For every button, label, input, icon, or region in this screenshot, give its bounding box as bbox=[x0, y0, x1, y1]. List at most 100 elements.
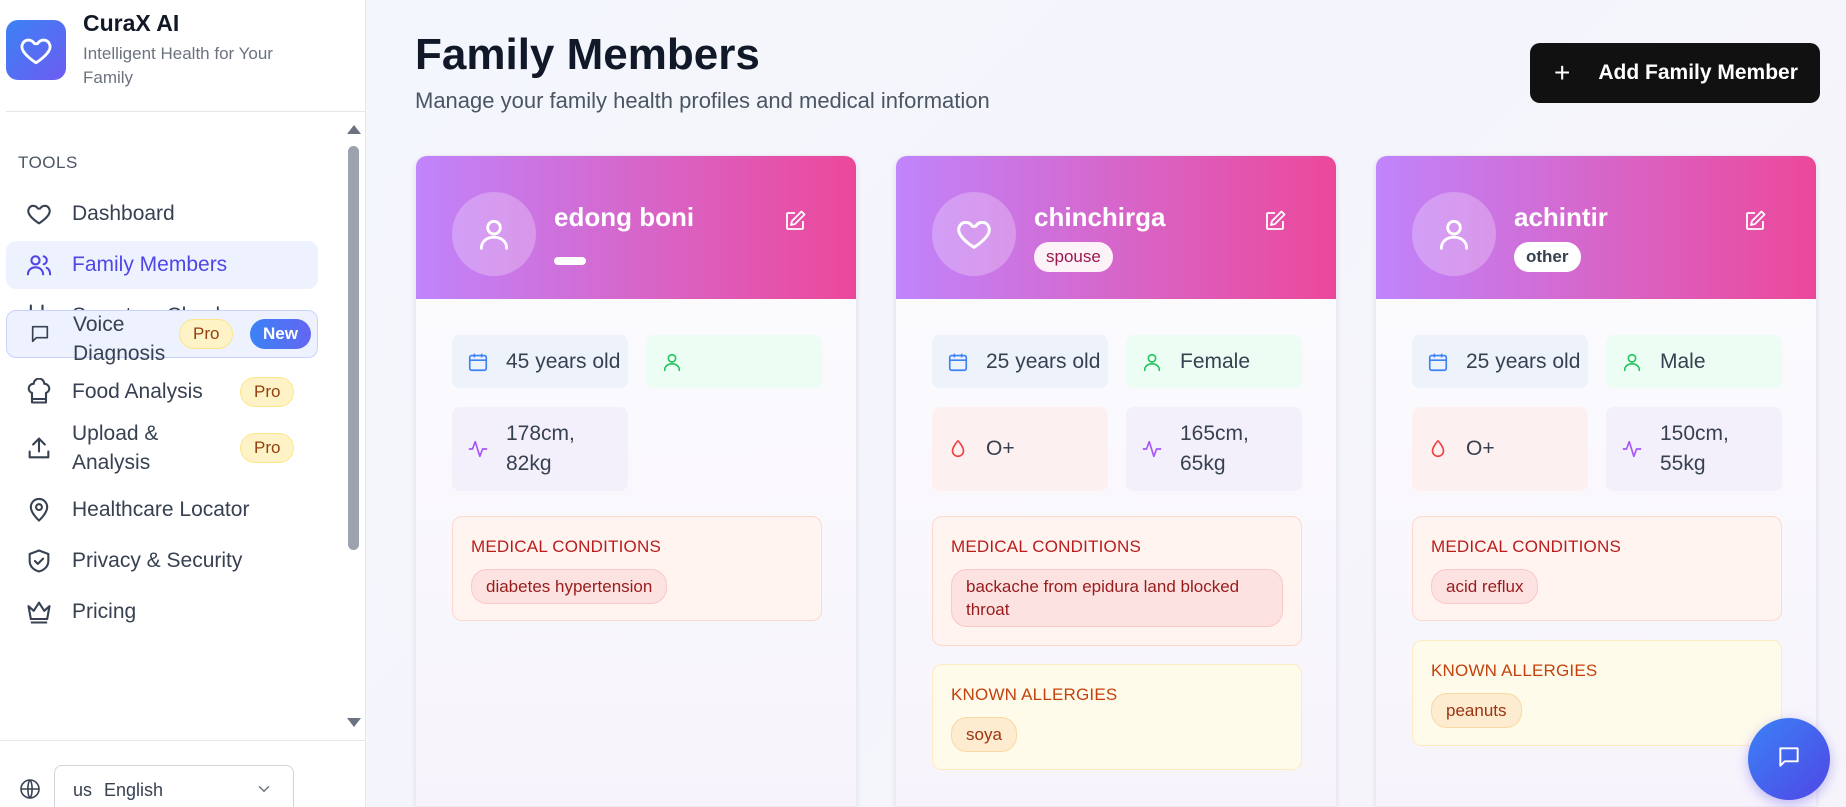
member-card-header: achintir other bbox=[1376, 156, 1816, 299]
known-allergies-title: KNOWN ALLERGIES bbox=[951, 685, 1118, 704]
medical-conditions-title: MEDICAL CONDITIONS bbox=[951, 537, 1141, 556]
allergy-chip: soya bbox=[951, 717, 1017, 752]
allergy-chip: peanuts bbox=[1431, 693, 1522, 728]
sidebar-item-pricing[interactable]: Pricing bbox=[6, 588, 318, 636]
chat-button[interactable] bbox=[1748, 718, 1830, 800]
sidebar-item-label: Family Members bbox=[72, 253, 228, 276]
known-allergies-title: KNOWN ALLERGIES bbox=[1431, 661, 1598, 680]
member-card-body: 25 years old Male O+ 150cm, 55kg MEDICAL… bbox=[1376, 299, 1816, 806]
gender-info bbox=[646, 335, 822, 388]
scroll-down-arrow-icon[interactable] bbox=[347, 718, 361, 727]
condition-chip: diabetes hypertension bbox=[471, 569, 668, 604]
age-info: 25 years old bbox=[932, 335, 1108, 388]
person-icon bbox=[1140, 350, 1164, 374]
edit-member-button[interactable] bbox=[1739, 207, 1771, 239]
sidebar-item-food-analysis[interactable]: Food Analysis Pro bbox=[6, 368, 318, 416]
blood-type-value: O+ bbox=[986, 437, 1015, 460]
member-card-header: chinchirga spouse bbox=[896, 156, 1336, 299]
member-card: achintir other 25 years old Male O+ 150c… bbox=[1375, 155, 1817, 807]
sidebar-item-label: Privacy & Security bbox=[72, 549, 243, 572]
calendar-icon bbox=[946, 350, 970, 374]
brand-name: CuraX AI bbox=[83, 10, 180, 36]
language-select[interactable]: us English bbox=[54, 765, 294, 807]
activity-icon bbox=[466, 437, 490, 461]
droplet-icon bbox=[946, 437, 970, 461]
tools-section-label: TOOLS bbox=[18, 153, 78, 172]
sidebar-item-label: Voice Diagnosis bbox=[73, 313, 166, 365]
edit-member-button[interactable] bbox=[1259, 207, 1291, 239]
edit-icon bbox=[1743, 209, 1767, 238]
scroll-up-arrow-icon[interactable] bbox=[347, 125, 361, 134]
user-avatar-icon bbox=[1412, 192, 1496, 276]
medical-conditions-section: MEDICAL CONDITIONS backache from epidura… bbox=[932, 516, 1302, 646]
age-info: 45 years old bbox=[452, 335, 628, 388]
heart-avatar-icon bbox=[932, 192, 1016, 276]
sidebar-item-label: Dashboard bbox=[72, 202, 175, 225]
pro-badge: Pro bbox=[240, 377, 295, 407]
brand: CuraX AI Intelligent Health for Your Fam… bbox=[6, 8, 366, 112]
gender-info: Female bbox=[1126, 335, 1302, 388]
condition-chip: backache from epidura land blocked throa… bbox=[951, 569, 1283, 627]
upload-icon bbox=[24, 433, 54, 463]
medical-conditions-title: MEDICAL CONDITIONS bbox=[471, 537, 661, 556]
sidebar-item-label: Pricing bbox=[72, 600, 137, 623]
edit-member-button[interactable] bbox=[779, 207, 811, 239]
member-card-body: 45 years old 178cm, 82kg MEDICAL CONDITI… bbox=[416, 299, 856, 806]
gender-value: Male bbox=[1660, 349, 1706, 373]
member-card: chinchirga spouse 25 years old Female O+ bbox=[895, 155, 1337, 807]
member-card-body: 25 years old Female O+ 165cm, 65kg MEDIC… bbox=[896, 299, 1336, 806]
person-icon bbox=[1620, 350, 1644, 374]
gender-info: Male bbox=[1606, 335, 1782, 388]
chef-hat-icon bbox=[24, 377, 54, 407]
known-allergies-section: KNOWN ALLERGIES peanuts bbox=[1412, 640, 1782, 746]
sidebar-item-privacy-security[interactable]: Privacy & Security bbox=[6, 537, 318, 585]
relationship-badge: other bbox=[1514, 242, 1581, 272]
page-title: Family Members bbox=[415, 30, 760, 79]
activity-icon bbox=[1140, 437, 1164, 461]
sidebar-item-dashboard[interactable]: Dashboard bbox=[6, 190, 318, 238]
blood-type-info: O+ bbox=[932, 407, 1108, 491]
gender-value: Female bbox=[1180, 349, 1251, 373]
chat-icon bbox=[1776, 744, 1802, 775]
heart-logo-icon bbox=[6, 20, 66, 80]
user-avatar-icon bbox=[452, 192, 536, 276]
sidebar-item-label: Food Analysis bbox=[72, 380, 203, 403]
message-icon bbox=[25, 319, 55, 349]
medical-conditions-section: MEDICAL CONDITIONS acid reflux bbox=[1412, 516, 1782, 621]
height-weight-info: 150cm, 55kg bbox=[1606, 407, 1782, 491]
brand-tagline: Intelligent Health for Your Family bbox=[83, 44, 273, 87]
add-family-member-button[interactable]: + Add Family Member bbox=[1530, 43, 1820, 103]
blood-type-info: O+ bbox=[1412, 407, 1588, 491]
droplet-icon bbox=[1426, 437, 1450, 461]
edit-icon bbox=[1263, 209, 1287, 238]
height-weight-value: 150cm, 55kg bbox=[1660, 422, 1729, 475]
sidebar-item-upload-analysis[interactable]: Upload & Analysis Pro bbox=[6, 418, 318, 478]
chevron-down-icon bbox=[255, 780, 273, 803]
pro-badge: Pro bbox=[179, 319, 234, 349]
sidebar-item-family-members[interactable]: Family Members bbox=[6, 241, 318, 289]
crown-icon bbox=[24, 597, 54, 627]
sidebar-scrollbar-thumb[interactable] bbox=[348, 146, 359, 550]
height-weight-info: 178cm, 82kg bbox=[452, 407, 628, 491]
main-content: Family Members Manage your family health… bbox=[367, 0, 1846, 807]
blood-type-value: O+ bbox=[1466, 437, 1495, 460]
sidebar-item-voice-diagnosis[interactable]: Voice Diagnosis Pro New bbox=[6, 310, 318, 365]
sidebar-nav: TOOLS Dashboard Family Members Symptom C… bbox=[0, 113, 366, 740]
heart-icon bbox=[24, 199, 54, 229]
known-allergies-section: KNOWN ALLERGIES soya bbox=[932, 664, 1302, 770]
member-name: edong boni bbox=[554, 202, 695, 232]
relationship-badge: spouse bbox=[1034, 242, 1113, 272]
sidebar-item-label: Upload & Analysis bbox=[72, 422, 159, 474]
height-weight-value: 165cm, 65kg bbox=[1180, 422, 1249, 475]
condition-chip: acid reflux bbox=[1431, 569, 1539, 604]
person-icon bbox=[660, 350, 684, 374]
sidebar: CuraX AI Intelligent Health for Your Fam… bbox=[0, 0, 366, 807]
height-weight-value: 178cm, 82kg bbox=[506, 422, 575, 475]
member-card: edong boni 45 years old 178cm, 82kg MEDI… bbox=[415, 155, 857, 807]
member-name: chinchirga bbox=[1034, 202, 1166, 232]
sidebar-item-healthcare-locator[interactable]: Healthcare Locator bbox=[6, 486, 318, 534]
relationship-badge bbox=[554, 257, 586, 265]
new-badge: New bbox=[250, 319, 311, 349]
users-icon bbox=[24, 250, 54, 280]
medical-conditions-section: MEDICAL CONDITIONS diabetes hypertension bbox=[452, 516, 822, 621]
